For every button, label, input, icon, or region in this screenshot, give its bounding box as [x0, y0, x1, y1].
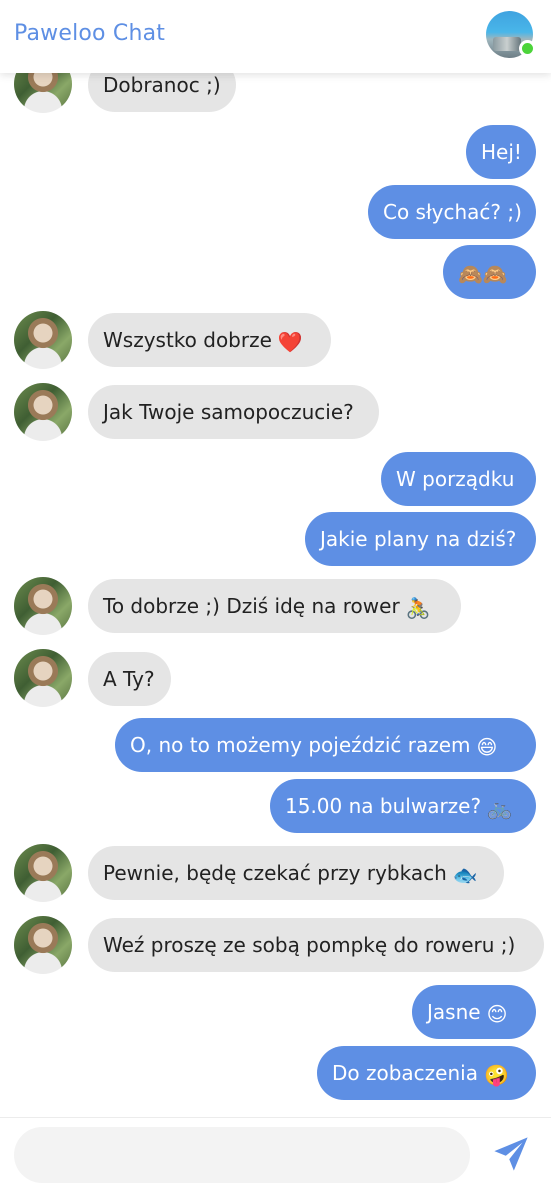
fish-emoji: 🐟: [452, 863, 478, 887]
contact-avatar: [14, 311, 72, 369]
message-text: Dobranoc ;): [103, 73, 221, 97]
message-bubble: 15.00 na bulwarze? 🚲: [270, 779, 536, 833]
message-text: Hej!: [481, 140, 522, 164]
app-header: Paweloo Chat: [0, 0, 551, 73]
message-text: Do zobaczenia: [332, 1061, 478, 1085]
bicycle-emoji: 🚲: [487, 796, 512, 820]
message-text: Jakie plany na dziś?: [320, 527, 517, 551]
heart-emoji: ❤️: [277, 330, 303, 354]
message-input[interactable]: [14, 1127, 470, 1183]
message-bubble: O, no to możemy pojeździć razem 😄: [115, 718, 536, 772]
grinning-emoji: 😄: [476, 735, 498, 759]
contact-avatar: [14, 649, 72, 707]
zany-face-emoji: 🤪: [483, 1063, 509, 1087]
message-bubble: Jakie plany na dziś?: [305, 512, 536, 566]
message-text: Jak Twoje samopoczucie?: [103, 400, 354, 424]
contact-avatar: [14, 844, 72, 902]
message-bubble: Hej!: [466, 125, 536, 179]
message-text: Jasne: [427, 1000, 481, 1024]
message-text: Weź proszę ze sobą pompkę do roweru ;): [103, 933, 516, 957]
message-text: 15.00 na bulwarze?: [285, 794, 482, 818]
message-text: O, no to możemy pojeździć razem: [130, 733, 471, 757]
send-button[interactable]: [492, 1135, 530, 1173]
avatar-image-detail: [493, 37, 521, 51]
message-text: Wszystko dobrze: [103, 328, 272, 352]
message-bubble: To dobrze ;) Dziś idę na rower 🚴: [88, 579, 461, 633]
cyclist-emoji: 🚴: [405, 596, 431, 620]
message-list: Dobranoc ;) Hej! Co słychać? ;) 🙈🙈 Wszys…: [0, 0, 551, 1189]
contact-avatar: [14, 577, 72, 635]
message-bubble: Weź proszę ze sobą pompkę do roweru ;): [88, 918, 544, 972]
message-bubble: Do zobaczenia 🤪: [317, 1046, 536, 1100]
message-text: Pewnie, będę czekać przy rybkach: [103, 861, 447, 885]
message-text: W porządku: [396, 467, 515, 491]
message-bubble: Wszystko dobrze ❤️: [88, 313, 331, 367]
message-composer: [0, 1117, 551, 1189]
message-text: To dobrze ;) Dziś idę na rower: [103, 594, 400, 618]
message-text: A Ty?: [103, 667, 155, 691]
smiling-emoji: 😊: [486, 1002, 508, 1026]
online-status-indicator: [519, 40, 536, 57]
send-icon: [494, 1137, 528, 1171]
message-text: Co słychać? ;): [383, 200, 522, 224]
message-bubble: A Ty?: [88, 652, 171, 706]
message-bubble: Pewnie, będę czekać przy rybkach 🐟: [88, 846, 504, 900]
contact-avatar: [14, 916, 72, 974]
message-bubble: Jasne 😊: [412, 985, 536, 1039]
message-bubble: Co słychać? ;): [368, 185, 536, 239]
contact-avatar: [14, 383, 72, 441]
message-bubble: 🙈🙈: [443, 245, 536, 299]
message-bubble: W porządku: [381, 452, 536, 506]
message-bubble: Jak Twoje samopoczucie?: [88, 385, 379, 439]
see-no-evil-monkey-emoji: 🙈🙈: [458, 262, 508, 286]
app-title: Paweloo Chat: [14, 21, 166, 46]
user-avatar[interactable]: [486, 11, 536, 58]
